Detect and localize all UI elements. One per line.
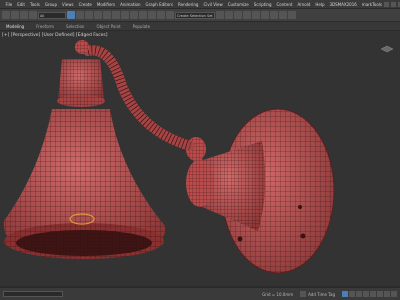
menu-marktools[interactable]: markTools: [359, 2, 384, 7]
undo-icon[interactable]: [2, 11, 10, 19]
schematic-view-icon[interactable]: [252, 11, 260, 19]
bell-shade: [3, 109, 166, 259]
main-toolbar: All Create Selection Set: [0, 9, 400, 21]
status-bar: Grid = 10.0mm Add Time Tag: [0, 287, 400, 300]
unlink-icon[interactable]: [29, 11, 37, 19]
menu-graph-editors[interactable]: Graph Editors: [143, 2, 175, 7]
grid-readout: Grid = 10.0mm: [262, 291, 294, 297]
viewport-label[interactable]: [+] [Perspective] [User Defined] [Edged …: [2, 33, 108, 38]
zoom-icon[interactable]: [370, 291, 376, 297]
window-crossing-icon[interactable]: [94, 11, 102, 19]
add-time-tag-label[interactable]: Add Time Tag: [308, 292, 335, 297]
window-controls: [384, 1, 400, 7]
set-key-button[interactable]: [349, 291, 355, 297]
render-setup-icon[interactable]: [270, 11, 278, 19]
reference-coord-icon[interactable]: [130, 11, 138, 19]
tab-modeling[interactable]: Modeling: [0, 24, 30, 29]
menu-group[interactable]: Group: [42, 2, 59, 7]
rotate-icon[interactable]: [112, 11, 120, 19]
menu-arnold[interactable]: Arnold: [295, 2, 313, 7]
select-by-name-icon[interactable]: [76, 11, 84, 19]
align-icon[interactable]: [225, 11, 233, 19]
snap-icon[interactable]: [148, 11, 156, 19]
tab-object-paint[interactable]: Object Paint: [90, 24, 126, 29]
named-selection-dropdown[interactable]: Create Selection Set: [175, 11, 215, 19]
menu-customize[interactable]: Customize: [225, 2, 251, 7]
socket-collar: [57, 59, 105, 107]
menu-views[interactable]: Views: [60, 2, 77, 7]
pan-icon[interactable]: [384, 291, 390, 297]
link-icon[interactable]: [20, 11, 28, 19]
menu-create[interactable]: Create: [76, 2, 94, 7]
menu-help[interactable]: Help: [313, 2, 327, 7]
menu-scripting[interactable]: Scripting: [251, 2, 274, 7]
selection-filter-dropdown[interactable]: All: [38, 11, 66, 19]
mirror-icon[interactable]: [216, 11, 224, 19]
next-frame-icon[interactable]: [363, 291, 369, 297]
curve-editor-icon[interactable]: [243, 11, 251, 19]
maximize-viewport-icon[interactable]: [391, 291, 397, 297]
orbit-icon[interactable]: [377, 291, 383, 297]
menu-content[interactable]: Content: [274, 2, 295, 7]
layer-explorer-icon[interactable]: [234, 11, 242, 19]
menu-bar: File Edit Tools Group Views Create Modif…: [0, 0, 400, 9]
tab-selection[interactable]: Selection: [60, 24, 90, 29]
redo-icon[interactable]: [11, 11, 19, 19]
maxscript-listener[interactable]: [3, 291, 63, 297]
auto-key-button[interactable]: [342, 291, 348, 297]
menu-tools[interactable]: Tools: [27, 2, 42, 7]
menu-civil-view[interactable]: Civil View: [201, 2, 225, 7]
ribbon-tabs: Modeling Freeform Selection Object Paint…: [0, 22, 400, 30]
time-tag-icon[interactable]: [300, 291, 307, 297]
lamp-mesh-render: [3, 40, 335, 274]
play-icon[interactable]: [356, 291, 362, 297]
minimize-icon[interactable]: [384, 1, 390, 7]
tab-freeform[interactable]: Freeform: [30, 24, 60, 29]
menu-animation[interactable]: Animation: [118, 2, 143, 7]
angle-snap-icon[interactable]: [157, 11, 165, 19]
top-finial: [75, 40, 89, 54]
rect-selection-icon[interactable]: [85, 11, 93, 19]
render-frame-icon[interactable]: [279, 11, 287, 19]
menu-edit[interactable]: Edit: [15, 2, 28, 7]
menu-modifiers[interactable]: Modifiers: [94, 2, 117, 7]
menu-file[interactable]: File: [3, 2, 15, 7]
menu-rendering[interactable]: Rendering: [176, 2, 201, 7]
maximize-icon[interactable]: [391, 1, 397, 7]
move-icon[interactable]: [103, 11, 111, 19]
status-controls: Grid = 10.0mm Add Time Tag: [262, 291, 397, 297]
render-icon[interactable]: [288, 11, 296, 19]
percent-snap-icon[interactable]: [166, 11, 174, 19]
select-object-icon[interactable]: [67, 11, 75, 19]
pivot-icon[interactable]: [139, 11, 147, 19]
viewcube-icon[interactable]: [380, 45, 394, 53]
scale-icon[interactable]: [121, 11, 129, 19]
perspective-viewport[interactable]: [+] [Perspective] [User Defined] [Edged …: [0, 31, 400, 286]
material-editor-icon[interactable]: [261, 11, 269, 19]
tab-populate[interactable]: Populate: [127, 24, 156, 29]
menu-3dsmax2016[interactable]: 3DSMAX2016: [327, 2, 359, 7]
